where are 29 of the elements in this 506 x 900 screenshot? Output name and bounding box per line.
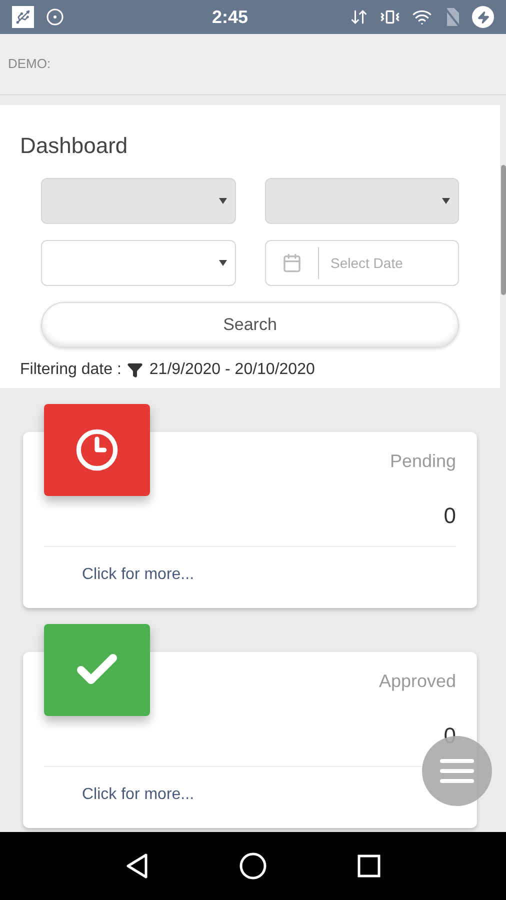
clock-icon <box>75 428 119 472</box>
dropdown-caret-icon <box>218 260 226 266</box>
header-title: DEMO: <box>8 55 51 74</box>
filter-label: Filtering date : <box>20 360 122 380</box>
record-icon <box>46 8 64 26</box>
recents-icon[interactable] <box>357 854 381 878</box>
usb-icon <box>12 6 34 28</box>
filter-date-range: 21/9/2020 - 20/10/2020 <box>149 360 315 380</box>
more-link[interactable]: Click for more... <box>82 786 194 803</box>
card-count: 0 <box>444 502 456 530</box>
date-input[interactable]: Select Date <box>330 252 450 274</box>
more-link[interactable]: Click for more... <box>82 566 194 583</box>
no-sim-icon <box>444 7 460 27</box>
card-label: Approved <box>378 670 456 693</box>
dropdown-caret-icon <box>442 198 450 204</box>
search-button[interactable]: Search <box>41 302 459 348</box>
filter-icon <box>127 362 144 378</box>
date-field[interactable]: Select Date <box>264 240 459 286</box>
home-icon[interactable] <box>239 852 267 880</box>
dropdown-field[interactable] <box>41 240 236 286</box>
clock-time: 2:45 <box>212 6 248 28</box>
calendar-icon <box>282 253 302 273</box>
back-icon[interactable] <box>125 853 149 879</box>
battery-saver-icon <box>472 6 494 28</box>
card-label: Pending <box>390 450 456 473</box>
card-count: 0 <box>444 722 456 750</box>
dropdown-caret-icon <box>218 198 226 204</box>
data-arrows-icon <box>350 8 368 26</box>
dashboard-title: Dashboard <box>20 132 129 160</box>
